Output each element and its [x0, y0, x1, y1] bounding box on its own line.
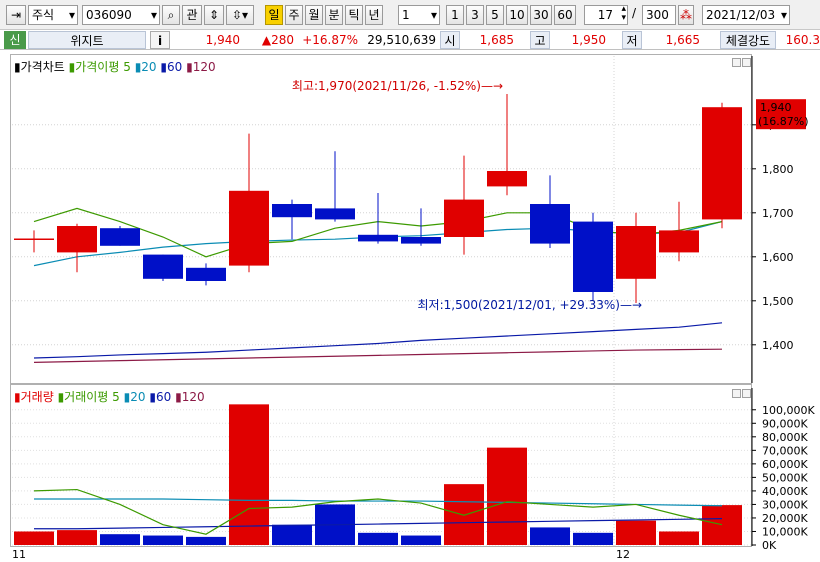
volume-bar — [100, 534, 140, 545]
volume-bar — [229, 404, 269, 545]
candle-body — [444, 199, 484, 237]
price-tick-label: 1,700 — [762, 207, 794, 220]
volume-tick-label: 90,000K — [762, 417, 808, 430]
volume-tick-label: 0K — [762, 539, 777, 552]
volume-bar — [186, 536, 226, 545]
candle-body — [659, 230, 699, 253]
candle-body — [100, 228, 140, 246]
volume-tick-label: 40,000K — [762, 485, 808, 498]
volume-bar — [401, 535, 441, 545]
last-price-percent: (16.87%) — [758, 115, 809, 128]
volume-tick-label: 20,000K — [762, 512, 808, 525]
candle-body — [272, 204, 312, 218]
price-tick-label: 1,400 — [762, 339, 794, 352]
volume-bar — [530, 527, 570, 545]
candle-body — [401, 237, 441, 244]
last-price-label: 1,940 — [760, 101, 792, 114]
candle-body — [702, 107, 742, 220]
candle-body — [315, 208, 355, 220]
candlestick-chart: 1,4001,5001,6001,7001,8001,9001112최고:1,9… — [12, 56, 815, 561]
volume-bar — [573, 532, 613, 545]
volume-bar — [659, 531, 699, 545]
volume-tick-label: 70,000K — [762, 444, 808, 457]
price-tick-label: 1,600 — [762, 251, 794, 264]
low-annotation: 최저:1,500(2021/12/01, +29.33%)—→ — [418, 298, 643, 312]
volume-bar — [14, 531, 54, 545]
candle-body — [573, 221, 613, 292]
volume-bar — [272, 524, 312, 545]
volume-tick-label: 10,000K — [762, 525, 808, 538]
volume-bar — [358, 532, 398, 545]
candle-body — [57, 226, 97, 253]
volume-bar — [444, 484, 484, 545]
candle-body — [186, 267, 226, 281]
volume-tick-label: 80,000K — [762, 431, 808, 444]
volume-bar — [57, 530, 97, 545]
high-annotation: 최고:1,970(2021/11/26, -1.52%)—→ — [292, 79, 503, 93]
price-tick-label: 1,500 — [762, 295, 794, 308]
volume-bar — [702, 505, 742, 545]
volume-tick-label: 30,000K — [762, 498, 808, 511]
volume-bar — [143, 535, 183, 545]
x-tick-label: 12 — [616, 548, 630, 561]
candle-body — [616, 226, 656, 279]
volume-tick-label: 100,000K — [762, 404, 815, 417]
candle-body — [487, 171, 527, 187]
price-tick-label: 1,800 — [762, 163, 794, 176]
candle-body — [358, 234, 398, 242]
volume-tick-label: 60,000K — [762, 458, 808, 471]
candle-body — [530, 204, 570, 244]
x-tick-label: 11 — [12, 548, 26, 561]
ma120-line — [33, 348, 723, 363]
ma60-line — [33, 322, 723, 359]
volume-tick-label: 50,000K — [762, 471, 808, 484]
volume-bar — [487, 447, 527, 545]
candle-body — [229, 190, 269, 266]
candle-body — [143, 254, 183, 279]
volume-bar — [616, 520, 656, 545]
